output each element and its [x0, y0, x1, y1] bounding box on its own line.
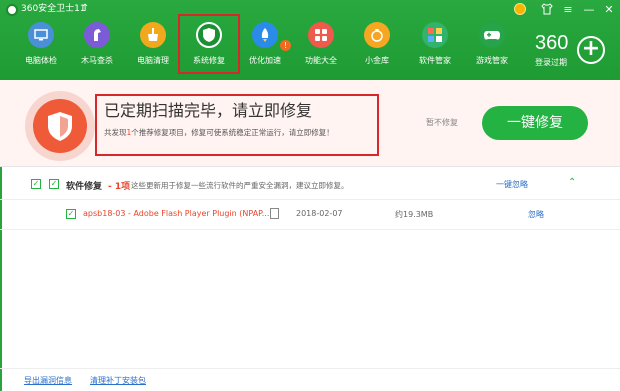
one-click-repair-button[interactable]: 一键修复 [482, 106, 588, 140]
group-checkbox[interactable]: ✓ [31, 179, 41, 189]
apps-icon [422, 22, 448, 48]
nav-label-treasury: 小金库 [365, 56, 389, 65]
nav-highlight-frame [178, 14, 240, 74]
plus-icon[interactable]: + [577, 36, 605, 64]
upgrade-arrow-icon[interactable]: ↑ [81, 2, 89, 16]
nav-label-optimize: 优化加速 [249, 56, 281, 65]
document-icon[interactable] [270, 208, 279, 219]
patch-name[interactable]: apsb18-03 - Adobe Flash Player Plugin (N… [83, 209, 269, 218]
rocket-icon [252, 22, 278, 48]
login-status[interactable]: 登录过期 [535, 57, 567, 68]
banner-subtitle-post: 个推荐修复项目，修复可使系统稳定正常运行，请立即修复！ [131, 128, 334, 137]
nav-item-treasury[interactable]: 小金库 [353, 22, 401, 74]
header-bar: 360安全卫士11 ↑ ≡ — ✕ 电脑体检 木马查杀 电脑清理 系统修复 优化… [0, 0, 620, 80]
nav-item-features[interactable]: 功能大全 [297, 22, 345, 74]
group-description: 这些更新用于修复一些流行软件的严重安全漏洞，建议立即修复。 [131, 181, 349, 190]
footer-divider [0, 368, 620, 369]
group-row-software-repair: ✓ ✓ 软件修复 - 1项 这些更新用于修复一些流行软件的严重安全漏洞，建议立即… [0, 166, 620, 200]
shirt-icon[interactable] [540, 3, 554, 17]
group-count: - 1项 [108, 182, 131, 192]
group-ignore-all-link[interactable]: 一键忽略 [496, 179, 528, 190]
nav-item-software-manager[interactable]: 软件管家 [411, 22, 459, 74]
banner-title: 已定期扫描完毕，请立即修复 [104, 101, 313, 120]
export-vulnerability-link[interactable]: 导出漏洞信息 [24, 375, 72, 386]
table-row: ✓ apsb18-03 - Adobe Flash Player Plugin … [0, 200, 620, 230]
nav-label-features: 功能大全 [305, 56, 337, 65]
nav-item-pc-cleanup[interactable]: 电脑清理 [129, 22, 177, 74]
menu-icon[interactable]: ≡ [561, 3, 575, 17]
notification-badge: ! [280, 40, 291, 51]
close-icon[interactable]: ✕ [602, 3, 616, 17]
group-status-icon: ✓ [49, 179, 59, 189]
patch-checkbox[interactable]: ✓ [66, 209, 76, 219]
minimize-icon[interactable]: — [582, 3, 596, 17]
nav-item-trojan-scan[interactable]: 木马查杀 [73, 22, 121, 74]
app-title: 360安全卫士11 [21, 4, 86, 14]
skip-repair-link[interactable]: 暂不修复 [426, 117, 458, 128]
medal-icon[interactable] [514, 3, 526, 15]
app-window: 360安全卫士11 ↑ ≡ — ✕ 电脑体检 木马查杀 电脑清理 系统修复 优化… [0, 0, 620, 391]
nav-label-software-manager: 软件管家 [419, 56, 451, 65]
patch-date: 2018-02-07 [296, 209, 343, 218]
collapse-chevron-icon[interactable]: ⌃ [568, 177, 576, 188]
app-logo-icon [6, 4, 18, 16]
coin-icon [364, 22, 390, 48]
gamepad-icon [479, 22, 505, 48]
patch-ignore-link[interactable]: 忽略 [528, 209, 544, 220]
banner-subtitle-pre: 共发现 [104, 128, 127, 137]
brand-logo: 360 [535, 32, 569, 54]
grid-icon [308, 22, 334, 48]
nav-item-pc-checkup[interactable]: 电脑体检 [17, 22, 65, 74]
clean-patch-packages-link[interactable]: 清理补丁安装包 [90, 375, 146, 386]
title-bar: 360安全卫士11 ↑ ≡ — ✕ [0, 0, 620, 20]
patch-size: 约19.3MB [395, 210, 434, 219]
monitor-icon [28, 22, 54, 48]
nav-item-game-manager[interactable]: 游戏管家 [468, 22, 516, 74]
warning-shield-icon [33, 99, 87, 153]
broom-icon [140, 22, 166, 48]
nav-label-pc-checkup: 电脑体检 [25, 56, 57, 65]
nav-label-pc-cleanup: 电脑清理 [137, 56, 169, 65]
nav-label-game-manager: 游戏管家 [476, 56, 508, 65]
horse-icon [84, 22, 110, 48]
nav-label-trojan-scan: 木马查杀 [81, 56, 113, 65]
group-name: 软件修复 [66, 182, 103, 192]
banner-subtitle: 共发现1个推荐修复项目，修复可使系统稳定正常运行，请立即修复！ [104, 127, 334, 138]
